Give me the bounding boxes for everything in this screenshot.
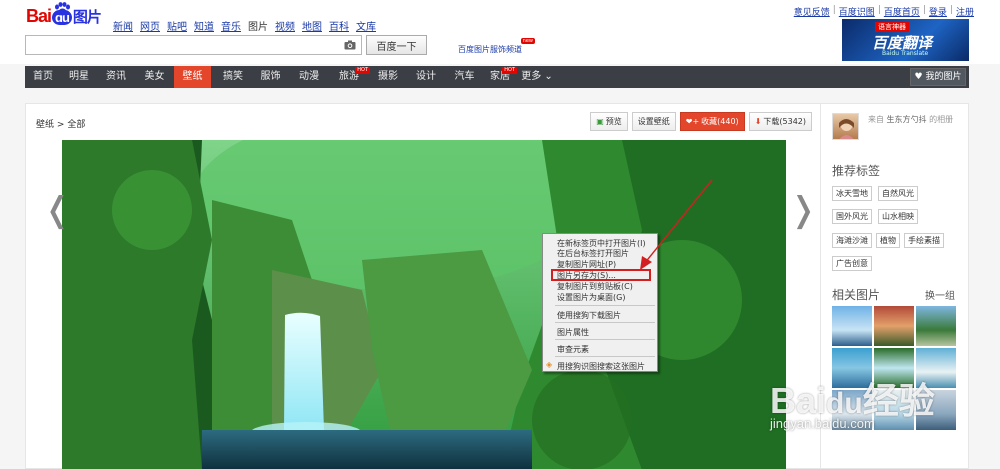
favorite-button[interactable]: ❤+ 收藏(440): [679, 112, 745, 131]
tag-chip[interactable]: 自然风光: [878, 186, 918, 201]
topnav-link[interactable]: 文库: [356, 18, 376, 33]
topnav-link[interactable]: 新闻: [113, 18, 133, 33]
menu-separator: [555, 339, 655, 340]
nav-item[interactable]: 首页: [25, 66, 61, 88]
category-nav: 首页 明星 资讯 美女 壁纸 搞笑 服饰 动漫 旅游 HOT 摄影 设计 汽车 家居 HOT 更多 ⌄ ♥ 我…: [25, 66, 969, 88]
download-icon: ⬇: [754, 117, 762, 126]
download-button[interactable]: ⬇ 下载(5342): [748, 112, 812, 131]
image-actions: ▣ 预览 设置壁纸 ❤+ 收藏(440) ⬇ 下载(5342): [590, 112, 812, 131]
promo-link[interactable]: 百度图片服饰频道 new: [458, 38, 535, 55]
change-group-link[interactable]: 换一组: [925, 287, 955, 302]
image-viewer: 壁纸 > 全部 ▣预览 设置壁纸 ❤+收藏(440) ⬇下载(5342): [25, 103, 821, 469]
recommended-tags-title: 推荐标签: [832, 164, 881, 178]
nav-item[interactable]: 更多 ⌄: [517, 66, 557, 88]
topnav-link[interactable]: 百科: [329, 18, 349, 33]
context-menu-item[interactable]: 审查元素: [557, 344, 589, 355]
header: Bai du 图片 新闻 网页 贴吧 知道 音乐 图片 视频 地图 百科 文库 百度一下 百度图片服饰…: [0, 0, 1000, 64]
tag-chip[interactable]: 海滩沙滩: [832, 233, 872, 248]
topnav-link[interactable]: 图片: [248, 18, 268, 33]
previous-image-arrow[interactable]: ❬: [43, 190, 72, 230]
nav-item[interactable]: 明星: [61, 66, 97, 88]
translate-ad-banner[interactable]: 语言神器 百度翻译 Baidu Translate: [842, 19, 969, 61]
camera-icon[interactable]: [344, 40, 356, 50]
tag-chip[interactable]: 植物: [876, 233, 900, 248]
product-nav: 新闻 网页 贴吧 知道 音乐 图片 视频 地图 百科 文库: [113, 18, 376, 33]
heart-icon: ❤+: [685, 117, 700, 126]
context-menu-item[interactable]: 设置图片为桌面(G): [557, 292, 625, 303]
related-thumbnail[interactable]: [916, 306, 956, 346]
preview-button[interactable]: ▣ 预览: [590, 112, 628, 131]
context-menu-item[interactable]: 复制图片网址(P): [557, 259, 616, 270]
preview-icon: ▣: [596, 117, 604, 126]
topnav-link[interactable]: 地图: [302, 18, 322, 33]
nav-item[interactable]: 旅游 HOT: [328, 66, 370, 88]
chevron-down-icon: ⌄: [541, 71, 553, 82]
context-menu-item[interactable]: 复制图片到剪贴板(C): [557, 281, 633, 292]
nav-item[interactable]: 动漫: [290, 66, 328, 88]
tag-chip[interactable]: 广告创意: [832, 256, 872, 271]
set-wallpaper-button[interactable]: 设置壁纸: [631, 112, 676, 131]
nav-item[interactable]: 汽车: [446, 66, 483, 88]
avatar-image: [839, 119, 854, 139]
context-menu-item[interactable]: 使用搜狗下载图片: [557, 310, 621, 321]
sogou-icon: ◈: [546, 360, 553, 369]
annotation-arrow: [640, 179, 713, 270]
feedback-link[interactable]: 意见反馈: [794, 5, 830, 18]
register-link[interactable]: 注册: [956, 5, 974, 18]
breadcrumb-section[interactable]: 壁纸: [36, 120, 54, 130]
topnav-link[interactable]: 网页: [140, 18, 160, 33]
related-thumbnail[interactable]: [874, 306, 914, 346]
baidu-jingyan-watermark: Baidu经验 jingyan.baidu.com: [770, 380, 935, 431]
my-images-button[interactable]: ♥ 我的图片: [910, 68, 966, 86]
shitu-link[interactable]: 百度识图: [839, 5, 875, 18]
nav-item[interactable]: 摄影: [370, 66, 406, 88]
search-input[interactable]: [25, 35, 362, 55]
nav-item[interactable]: 设计: [406, 66, 446, 88]
breadcrumb-current: 全部: [67, 120, 86, 130]
tag-chip[interactable]: 手绘素描: [904, 233, 944, 248]
hot-badge: HOT: [355, 67, 370, 74]
login-link[interactable]: 登录: [929, 5, 947, 18]
nav-item[interactable]: 美女: [135, 66, 174, 88]
topnav-link[interactable]: 贴吧: [167, 18, 187, 33]
menu-separator: [555, 305, 655, 306]
topnav-link[interactable]: 音乐: [221, 18, 241, 33]
related-images-title: 相关图片: [832, 288, 881, 302]
context-menu-item[interactable]: 在后台标签打开图片: [557, 248, 629, 259]
nav-item[interactable]: 家居 HOT: [483, 66, 517, 88]
menu-separator: [555, 322, 655, 323]
top-links: 意见反馈 | 百度识图 | 百度首页 | 登录 | 注册: [793, 5, 974, 18]
nav-item[interactable]: 搞笑: [215, 66, 251, 88]
nav-item[interactable]: 资讯: [97, 66, 135, 88]
context-menu-item[interactable]: 图片另存为(S)...: [557, 270, 616, 281]
author-line: 来自 生东方勺抖 的相册: [868, 115, 954, 124]
topnav-link[interactable]: 视频: [275, 18, 295, 33]
context-menu-item[interactable]: 用搜狗识图搜索这张图片: [557, 361, 645, 372]
paw-icon: [55, 2, 70, 16]
related-thumbnail[interactable]: [832, 306, 872, 346]
nav-item[interactable]: 壁纸: [174, 66, 211, 88]
author-link[interactable]: 生东方勺抖: [887, 115, 927, 124]
nav-item[interactable]: 服饰: [251, 66, 290, 88]
tag-chip[interactable]: 国外风光: [832, 209, 872, 224]
menu-separator: [555, 356, 655, 357]
search-button[interactable]: 百度一下: [366, 35, 427, 55]
hot-badge: HOT: [502, 67, 517, 74]
tag-chip[interactable]: 冰天雪地: [832, 186, 872, 201]
tag-chip[interactable]: 山水相映: [878, 209, 918, 224]
context-menu-item[interactable]: 图片属性: [557, 327, 589, 338]
author-avatar[interactable]: [832, 113, 859, 140]
homepage-link[interactable]: 百度首页: [884, 5, 920, 18]
breadcrumb: 壁纸 > 全部: [36, 120, 86, 130]
topnav-link[interactable]: 知道: [194, 18, 214, 33]
new-badge: new: [520, 38, 535, 44]
next-image-arrow[interactable]: ❭: [789, 190, 818, 230]
